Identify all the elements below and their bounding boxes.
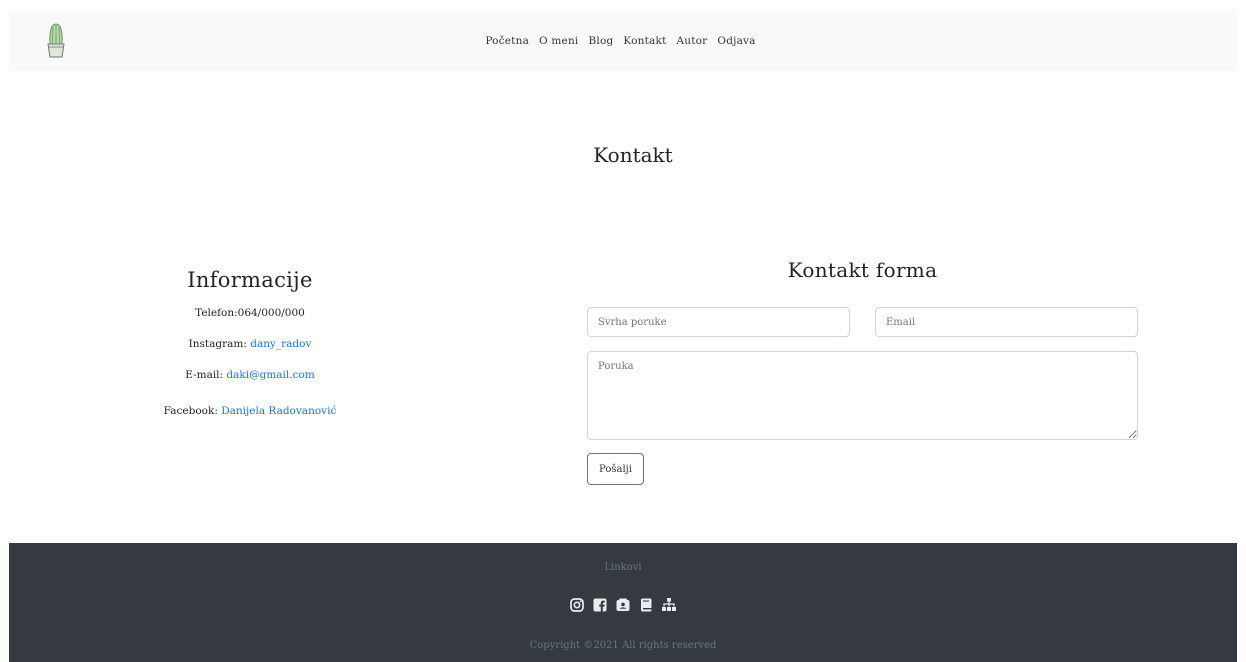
copyright-text: Copyright ©2021 All rights reserved: [529, 640, 717, 651]
social-links: [9, 597, 1237, 613]
sitemap-icon[interactable]: [661, 597, 677, 613]
subject-input[interactable]: [587, 307, 850, 337]
nav-link-o-meni[interactable]: O meni: [539, 35, 578, 47]
facebook-link[interactable]: Danijela Radovanović: [221, 405, 336, 417]
facebook-row: Facebook: Danijela Radovanović: [130, 405, 370, 417]
info-section: Informacije Telefon:064/000/000 Instagra…: [130, 268, 370, 417]
nav-link-pocetna[interactable]: Početna: [485, 35, 529, 47]
contact-icon[interactable]: [615, 597, 631, 613]
nav-link-kontakt[interactable]: Kontakt: [623, 35, 666, 47]
submit-button[interactable]: Pošalji: [587, 453, 644, 485]
email-input[interactable]: [875, 307, 1138, 337]
nav-menu: Početna O meni Blog Kontakt Autor Odjava: [9, 10, 1237, 71]
nav-link-blog[interactable]: Blog: [588, 35, 613, 47]
message-textarea[interactable]: [587, 351, 1138, 440]
book-icon[interactable]: [638, 597, 654, 613]
facebook-icon[interactable]: [592, 597, 608, 613]
email-row: E-mail: daki@gmail.com: [130, 369, 370, 381]
info-heading: Informacije: [187, 268, 313, 292]
instagram-icon[interactable]: [569, 597, 585, 613]
nav-link-odjava[interactable]: Odjava: [717, 35, 755, 47]
email-link[interactable]: daki@gmail.com: [226, 369, 314, 381]
instagram-row: Instagram: dany_radov: [130, 338, 370, 350]
email-label: E-mail:: [185, 369, 227, 381]
page-title: Kontakt: [593, 143, 673, 167]
nav-link-autor[interactable]: Autor: [677, 35, 708, 47]
form-title: Kontakt forma: [787, 258, 938, 282]
facebook-label: Facebook:: [163, 405, 222, 417]
navbar: Početna O meni Blog Kontakt Autor Odjava: [9, 10, 1237, 71]
footer-title: Linkovi: [604, 562, 642, 573]
phone-text: Telefon:064/000/000: [195, 307, 305, 319]
footer: Linkovi Copyright ©2021 All rights reser…: [9, 543, 1237, 662]
instagram-label: Instagram:: [188, 338, 251, 350]
instagram-link[interactable]: dany_radov: [250, 338, 311, 350]
